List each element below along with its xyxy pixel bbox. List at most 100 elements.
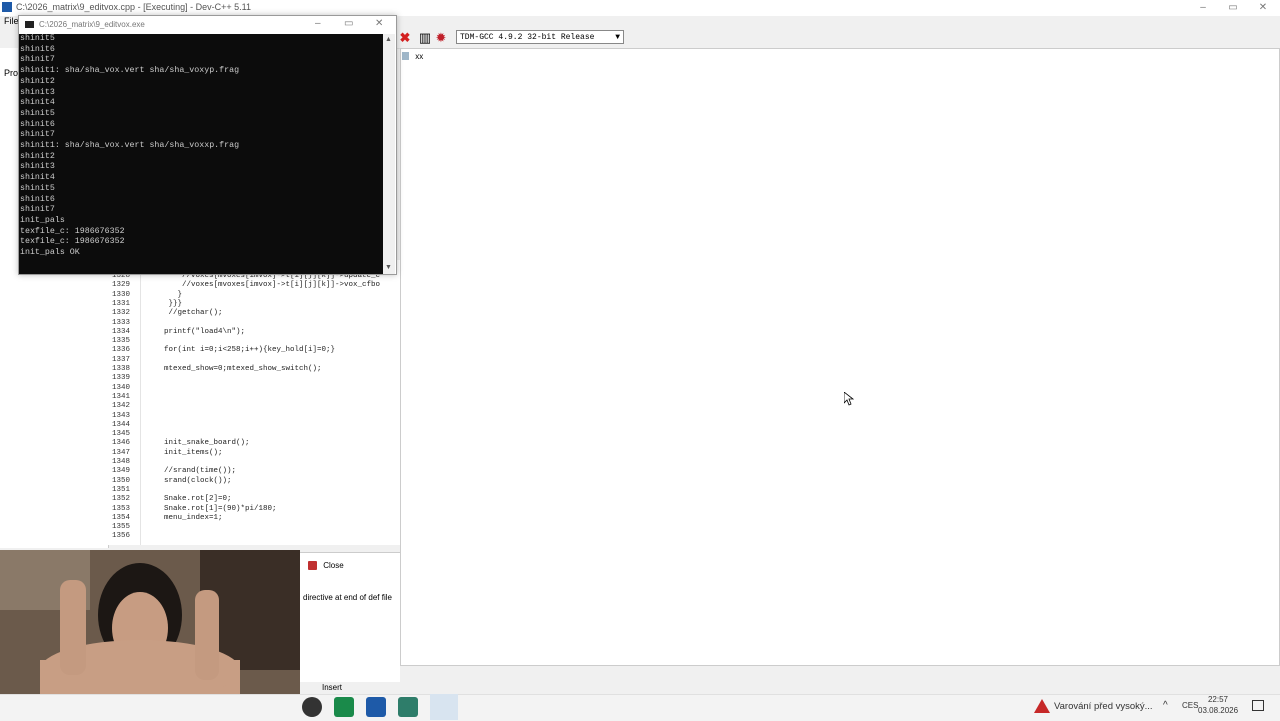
line-number: 1346 [112,439,131,448]
line-number: 1337 [112,355,131,364]
line-number: 1349 [112,467,131,476]
code-line: 1342 [108,402,400,411]
code-line: 1347 init_items(); [108,449,400,458]
console-output: shinit5 shinit6 shinit7 shinit1: sha/sha_vo… [19,34,383,274]
console-line: shinit2 [20,151,55,161]
line-number: 1338 [112,365,131,373]
line-number: 1353 [112,504,131,513]
maximize-button[interactable]: ▭ [1216,0,1250,16]
code-text: init_snake_board(); [164,439,250,448]
code-text: init_items(); [164,448,223,457]
console-line: texfile_c: 1986676352 [20,237,125,247]
project-tab[interactable]: Pro [4,68,18,78]
line-number: 1339 [112,374,131,383]
notification-center-icon[interactable] [1252,700,1264,711]
scroll-up-icon[interactable]: ▲ [385,36,392,43]
code-line: 1336 for(int i=0;i<258;i++){key_hold[i]=0… [108,346,400,355]
compiler-select[interactable]: TDM-GCC 4.9.2 32-bit Release ▼ [456,30,624,44]
compiler-message: directive at end of def file [303,593,392,602]
code-editor[interactable]: 1328 //voxes[mvoxes[imvox]->t[i][j][k]]-… [108,260,400,545]
debug-bug-icon[interactable]: ✹ [434,31,448,45]
close-button-label: Close [323,561,344,570]
code-line: 1333 [108,319,400,328]
clock-date: 03.08.2026 [1198,706,1239,715]
code-line: 1343 [108,412,400,421]
devcpp-app-icon [2,2,12,12]
terminal-app-icon[interactable] [334,697,354,717]
code-line: 1339 [108,374,400,383]
console-line: shinit3 [20,162,55,172]
code-line: 1350 srand(clock()); [108,477,400,486]
line-number: 1341 [112,392,131,401]
document-tab-label: xx [415,52,424,61]
console-title: C:\2026_matrix\9_editvox.exe [39,20,145,29]
compiler-select-value: TDM-GCC 4.9.2 32-bit Release [460,33,595,42]
line-number: 1352 [112,495,131,504]
minimize-button[interactable]: – [1186,0,1220,16]
console-taskbar-icon[interactable] [398,697,418,717]
console-minimize-button[interactable]: – [315,18,321,29]
code-line: 1330 } [108,291,400,300]
console-icon [25,21,34,28]
line-number: 1354 [112,513,131,522]
input-language[interactable]: CES [1182,701,1198,710]
console-line: shinit5 [20,108,55,118]
profile-chart-icon[interactable]: ▥ [418,31,432,45]
status-bar [300,682,1280,694]
console-line: shinit3 [20,87,55,97]
active-taskbar-item[interactable] [430,694,458,720]
code-line: 1345 [108,430,400,439]
code-text: for(int i=0;i<258;i++){key_hold[i]=0;} [164,346,336,355]
code-text: }}} [164,299,183,308]
scroll-down-icon[interactable]: ▼ [385,264,392,271]
line-number: 1356 [112,532,131,541]
console-line: shinit1: sha/sha_vox.vert sha/sha_voxyp.… [20,66,240,76]
devcpp-taskbar-icon[interactable] [366,697,386,717]
chevron-down-icon: ▼ [615,33,620,42]
console-line: shinit6 [20,44,55,54]
console-line: texfile_c: 1986676352 [20,226,125,236]
tray-chevron-icon[interactable]: ^ [1163,700,1168,711]
code-line: 1332 //getchar(); [108,309,400,318]
code-text: mtexed_show=0;mtexed_show_switch(); [164,365,322,373]
console-close-button[interactable]: ✕ [375,18,383,29]
console-maximize-button[interactable]: ▭ [344,18,353,29]
close-window-button[interactable]: ✕ [1246,0,1280,16]
console-line: shinit1: sha/sha_vox.vert sha/sha_voxxp.… [20,141,240,150]
document-area [400,48,1280,666]
obs-app-icon[interactable] [302,697,322,717]
line-number: 1355 [112,523,131,532]
line-number: 1348 [112,458,131,466]
line-number: 1342 [112,402,131,411]
document-tab[interactable]: xx [400,50,423,66]
console-line: shinit6 [20,119,55,129]
status-insert-mode: Insert [322,683,343,692]
console-scrollbar[interactable]: ▲ ▼ [383,34,395,274]
code-line: 1335 [108,337,400,346]
warning-icon[interactable] [1034,699,1050,713]
line-number: 1331 [112,299,131,308]
code-text: //voxes[mvoxes[imvox]->t[i][j][k]]->vox_… [164,281,381,290]
console-titlebar: C:\2026_matrix\9_editvox.exe – ▭ ✕ [19,16,396,34]
code-line: 1348 [108,458,400,467]
console-line: shinit4 [20,98,55,108]
code-text: printf("load4\n"); [164,327,246,336]
line-number: 1340 [112,383,131,392]
console-line: shinit2 [20,76,55,86]
stop-execution-icon[interactable]: ✖ [398,31,412,45]
warning-notification[interactable]: Varování před vysoký... [1054,701,1153,712]
line-number: 1336 [112,346,131,355]
clock-time: 22:57 [1207,695,1229,704]
code-line: 1346 init_snake_board(); [108,439,400,448]
code-line: 1352 Snake.rot[2]=0; [108,495,400,504]
console-line: shinit6 [20,194,55,204]
line-number: 1333 [112,318,131,327]
code-line: 1349 //srand(time()); [108,467,400,476]
taskbar-clock[interactable]: 22:57 03.08.2026 [1198,694,1238,716]
close-messages-button[interactable]: Close [305,559,344,573]
code-line: 1341 [108,393,400,402]
console-window[interactable]: C:\2026_matrix\9_editvox.exe – ▭ ✕ shini… [18,15,397,275]
code-text: Snake.rot[1]=(90)*pi/180; [164,504,277,513]
code-text: } [164,290,183,299]
console-line: shinit5 [20,183,55,193]
